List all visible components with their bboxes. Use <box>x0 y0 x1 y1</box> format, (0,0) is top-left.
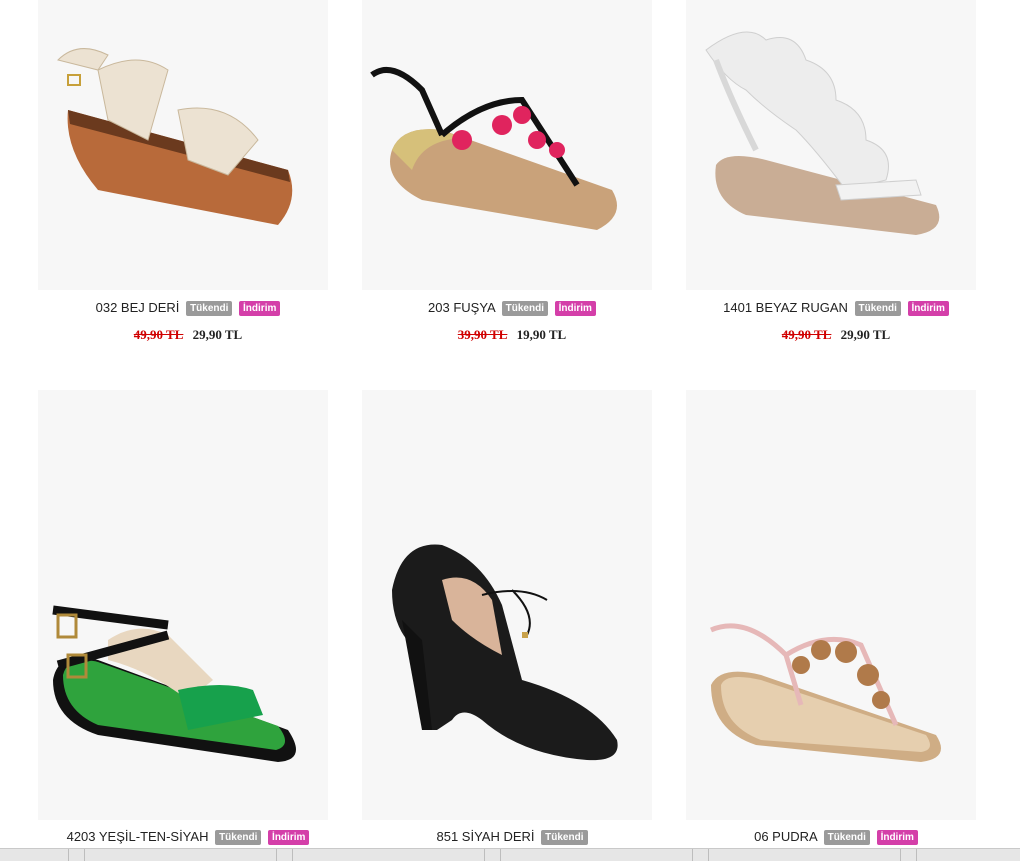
sale-badge: İndirim <box>876 830 918 845</box>
beige-wedge-sandal-image[interactable] <box>38 0 328 290</box>
powder-jewel-sandal-image[interactable] <box>686 390 976 820</box>
soldout-badge: Tükendi <box>215 830 262 845</box>
new-price: 29,90 TL <box>192 327 243 342</box>
white-wing-sandal-image[interactable] <box>686 0 976 290</box>
scrollbar-divider <box>276 849 277 861</box>
product-name[interactable]: 851 SİYAH DERİ <box>437 829 535 844</box>
soldout-badge: Tükendi <box>501 301 548 316</box>
product-name-row: 203 FUŞYA Tükendi İndirim <box>362 300 662 316</box>
black-heel-shoe-image[interactable] <box>362 390 652 820</box>
scrollbar-divider <box>84 849 85 861</box>
bottom-scrollbar[interactable] <box>0 848 1020 861</box>
green-black-sandal-image[interactable] <box>38 390 328 820</box>
new-price: 29,90 TL <box>840 327 891 342</box>
sale-badge: İndirim <box>268 830 310 845</box>
sale-badge: İndirim <box>239 301 281 316</box>
product-grid: 032 BEJ DERİ Tükendi İndirim 49,90 TL 29… <box>0 0 1020 860</box>
product-name-row: 4203 YEŞİL-TEN-SİYAH Tükendi İndirim <box>38 829 338 845</box>
sale-badge: İndirim <box>907 301 949 316</box>
product-name[interactable]: 06 PUDRA <box>754 829 817 844</box>
product-name-row: 06 PUDRA Tükendi İndirim <box>686 829 986 845</box>
scrollbar-divider <box>500 849 501 861</box>
scrollbar-divider <box>708 849 709 861</box>
soldout-badge: Tükendi <box>854 301 901 316</box>
sale-badge: İndirim <box>554 301 596 316</box>
product-name[interactable]: 032 BEJ DERİ <box>96 300 180 315</box>
product-name[interactable]: 4203 YEŞİL-TEN-SİYAH <box>67 829 209 844</box>
price-row: 49,90 TL 29,90 TL <box>38 327 338 343</box>
scrollbar-divider <box>68 849 69 861</box>
old-price: 49,90 TL <box>133 327 184 342</box>
scrollbar-divider <box>916 849 917 861</box>
soldout-badge: Tükendi <box>541 830 588 845</box>
old-price: 39,90 TL <box>457 327 508 342</box>
price-row: 49,90 TL 29,90 TL <box>686 327 986 343</box>
product-name-row: 851 SİYAH DERİ Tükendi <box>362 829 662 845</box>
product-name[interactable]: 1401 BEYAZ RUGAN <box>723 300 848 315</box>
scrollbar-divider <box>292 849 293 861</box>
scrollbar-divider <box>484 849 485 861</box>
old-price: 49,90 TL <box>781 327 832 342</box>
scrollbar-divider <box>900 849 901 861</box>
new-price: 19,90 TL <box>516 327 567 342</box>
product-name-row: 1401 BEYAZ RUGAN Tükendi İndirim <box>686 300 986 316</box>
soldout-badge: Tükendi <box>823 830 870 845</box>
fuchsia-starfish-sandal-image[interactable] <box>362 0 652 290</box>
price-row: 39,90 TL 19,90 TL <box>362 327 662 343</box>
soldout-badge: Tükendi <box>186 301 233 316</box>
scrollbar-divider <box>692 849 693 861</box>
product-name-row: 032 BEJ DERİ Tükendi İndirim <box>38 300 338 316</box>
product-name[interactable]: 203 FUŞYA <box>428 300 495 315</box>
